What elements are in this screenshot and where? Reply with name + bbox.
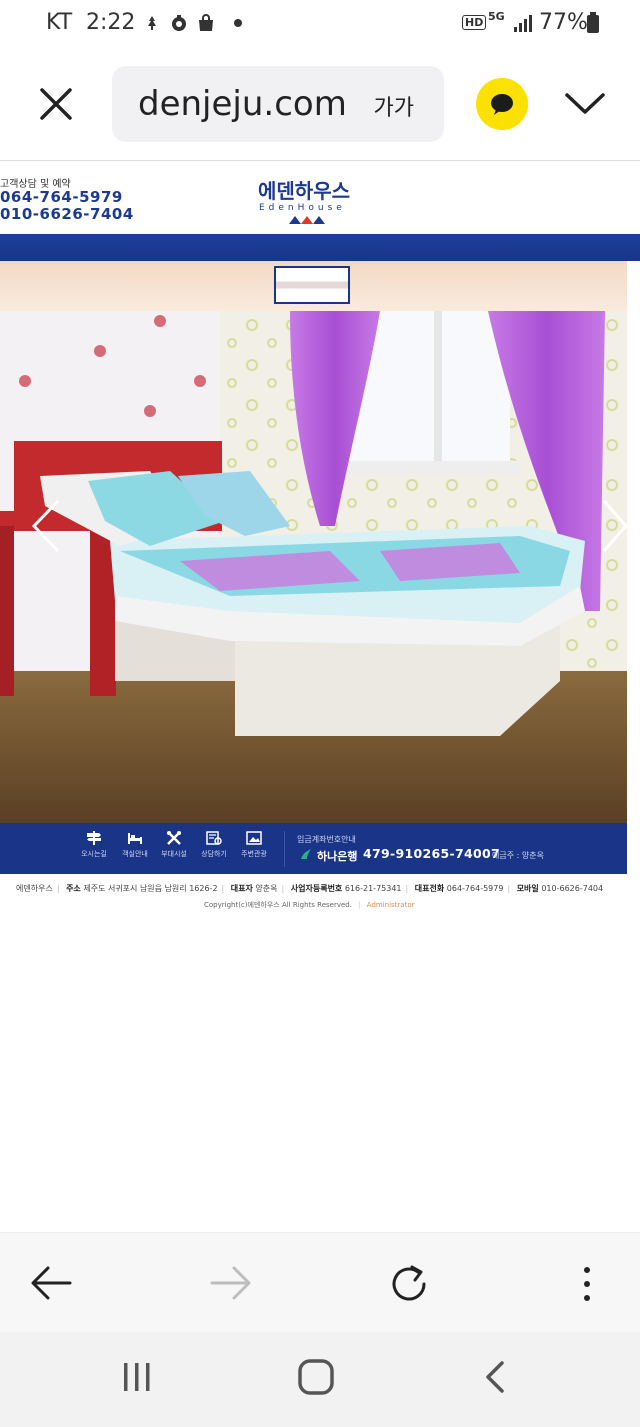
thumbnail-strip	[0, 261, 627, 311]
browser-toolbar	[0, 1232, 640, 1332]
admin-link[interactable]: Administrator	[367, 901, 415, 909]
webpage: 고객상담 및 예약 064-764-5979 010-6626-7404 에덴하…	[0, 160, 640, 920]
nav-rooms[interactable]: 객실안내	[115, 831, 155, 859]
footer-ceo: 양춘옥	[255, 884, 278, 893]
footer-biz-number: 616-21-75341	[344, 884, 402, 893]
logo-korean: 에덴하우스	[258, 179, 350, 203]
footer-copyright-row: Copyright(c)에덴하우스 All Rights Reserved. |…	[204, 901, 415, 909]
nav-facilities-label: 부대시설	[161, 850, 187, 858]
footer-ceo-label: 대표자	[230, 884, 253, 893]
nav-directions-label: 오시는길	[81, 850, 107, 858]
chat-bubble-icon	[491, 94, 513, 115]
kakaotalk-button[interactable]	[476, 78, 528, 130]
browser-url-bar: denjeju.com 가가	[0, 50, 640, 160]
footer-biz-label: 사업자등록번호	[290, 884, 343, 893]
logo-english: EdenHouse	[259, 203, 346, 213]
url-text[interactable]: denjeju.com	[138, 84, 347, 124]
footer-mobile-label: 모바일	[516, 884, 539, 893]
logo-mark-icon	[289, 216, 325, 224]
battery-icon	[587, 12, 599, 33]
notification-icon	[148, 16, 156, 30]
footer-mobile: 010-6626-7404	[541, 884, 604, 893]
bank-account-number: 479-910265-74007	[363, 846, 500, 861]
nav-divider	[284, 831, 285, 867]
dot-icon	[234, 19, 242, 27]
phone-1[interactable]: 064-764-5979	[0, 188, 123, 206]
thumbnail-selected[interactable]	[274, 266, 350, 304]
bed-icon	[128, 833, 142, 844]
signal-icon	[514, 15, 532, 32]
more-menu-icon[interactable]	[580, 1265, 594, 1303]
nav-rooms-label: 객실안내	[122, 850, 148, 858]
bank-name: 하나은행	[317, 850, 358, 863]
site-header: 고객상담 및 예약 064-764-5979 010-6626-7404 에덴하…	[0, 160, 640, 234]
hd-badge: HD	[462, 15, 487, 30]
hana-bank-logo-icon	[301, 849, 311, 859]
site-footer-nav: 오시는길 객실안내 부대시설 상담하기 주변관광 입금계좌번호안내 하나은행 4…	[0, 823, 627, 874]
footer-address-label: 주소	[66, 884, 81, 893]
shopping-bag-icon	[199, 14, 213, 31]
recent-apps-icon[interactable]	[120, 1360, 154, 1394]
app-notification-icon	[172, 15, 186, 31]
nav-facilities[interactable]: 부대시설	[154, 831, 194, 859]
chevron-down-icon[interactable]	[564, 90, 606, 118]
footer-company: 에덴하우스	[16, 884, 53, 893]
system-back-icon[interactable]	[482, 1360, 508, 1394]
clock: 2:22	[86, 10, 136, 35]
footer-tel: 064-764-5979	[446, 884, 504, 893]
close-icon[interactable]	[38, 86, 74, 122]
tools-icon	[167, 831, 181, 845]
home-icon[interactable]	[297, 1358, 335, 1396]
footer-tel-label: 대표전화	[414, 884, 445, 893]
room-photo-slider[interactable]	[0, 261, 627, 823]
nav-consult-label: 상담하기	[201, 850, 227, 858]
network-label: 5G	[488, 10, 505, 23]
consult-icon	[206, 831, 222, 845]
footer-info: 에덴하우스 | 주소 제주도 서귀포시 남원읍 남원리 1626-2 | 대표자 양…	[16, 884, 604, 893]
nav-directions[interactable]: 오시는길	[74, 831, 114, 859]
reload-icon[interactable]	[388, 1263, 430, 1305]
carrier-label: KT	[46, 10, 73, 35]
bank-title: 입금계좌번호안내	[297, 835, 356, 844]
nav-consult[interactable]: 상담하기	[194, 831, 234, 859]
room-photo	[0, 311, 627, 823]
back-arrow-icon[interactable]	[30, 1265, 72, 1301]
url-field[interactable]: denjeju.com 가가	[112, 66, 444, 142]
status-bar: KT 2:22 HD 5G 77%	[0, 0, 640, 50]
text-size-button[interactable]: 가가	[374, 90, 414, 122]
bank-account-owner: 예금주 : 양춘옥	[492, 851, 544, 860]
phone-2[interactable]: 010-6626-7404	[0, 205, 134, 223]
footer-copyright: Copyright(c)에덴하우스 All Rights Reserved.	[204, 901, 352, 909]
photo-icon	[246, 831, 262, 845]
system-nav-bar	[0, 1332, 640, 1427]
footer-address: 제주도 서귀포시 남원읍 남원리 1626-2	[83, 884, 218, 893]
nav-tourism-label: 주변관광	[241, 850, 267, 858]
nav-tourism[interactable]: 주변관광	[234, 831, 274, 859]
forward-arrow-icon[interactable]	[210, 1265, 252, 1301]
slider-prev-button[interactable]	[26, 501, 66, 551]
site-menu-bar[interactable]	[0, 234, 640, 261]
signpost-icon	[87, 831, 101, 845]
battery-percent: 77%	[539, 10, 588, 35]
slider-next-button[interactable]	[594, 501, 627, 551]
